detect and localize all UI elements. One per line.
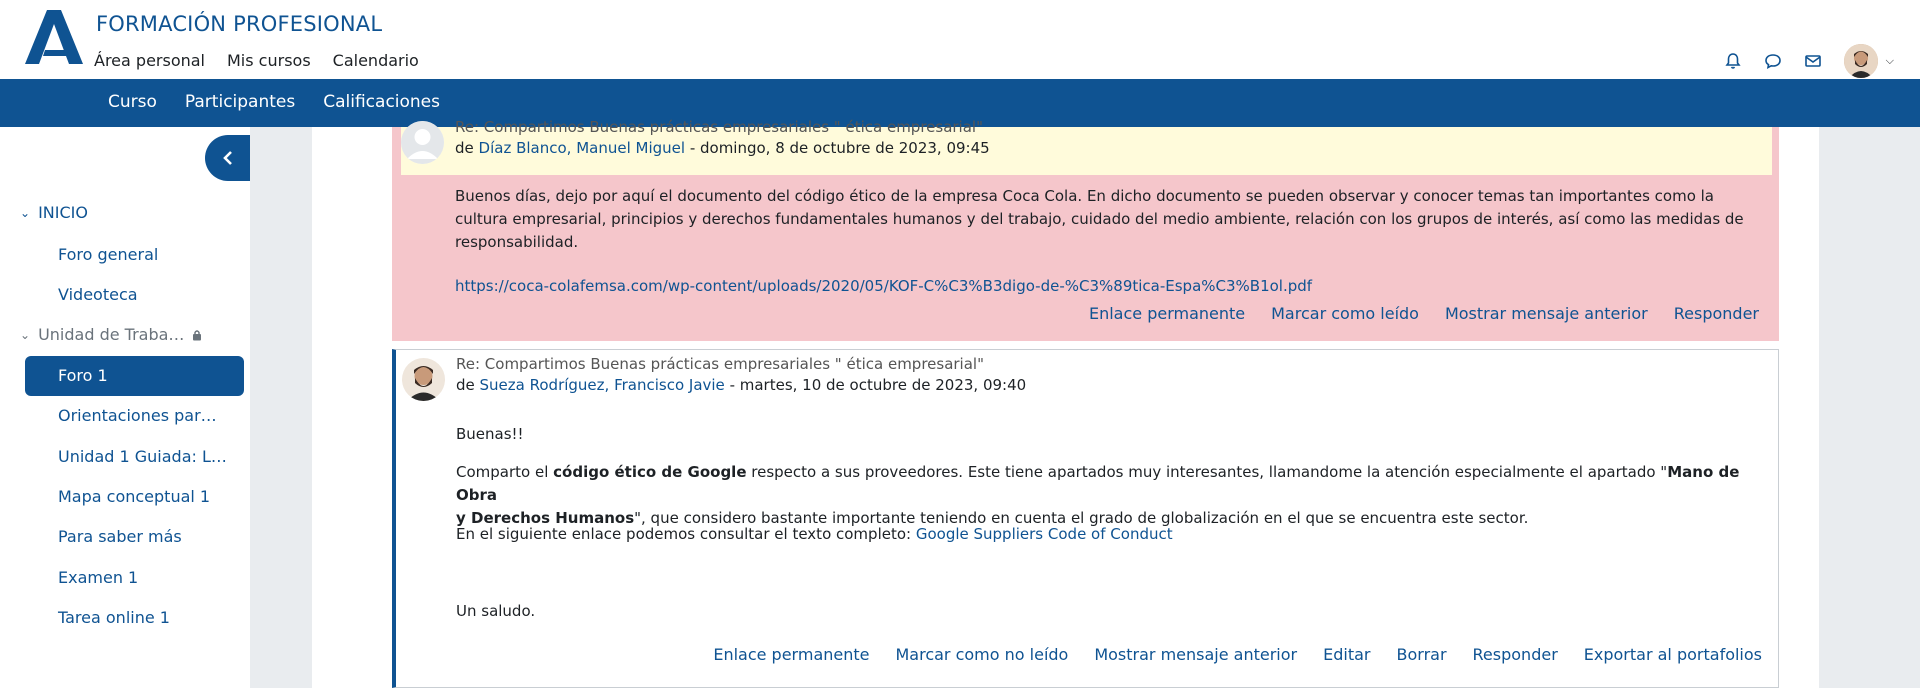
lock-icon [193,329,202,340]
chevron-down-icon: ⌄ [20,327,31,342]
chevron-down-icon[interactable]: ⌵ [1886,54,1894,68]
user-menu: ⌵ [1724,44,1894,78]
nav-mis-cursos[interactable]: Mis cursos [227,51,311,70]
post-greeting: Buenas!! [456,425,524,443]
sidebar-item-videoteca[interactable]: Videoteca [58,285,138,304]
bell-icon[interactable] [1724,52,1742,70]
export-portfolio-button[interactable]: Exportar al portafolios [1584,645,1762,664]
post-content: Buenos días, dejo por aquí el documento … [455,187,1744,251]
close-drawer-button[interactable] [205,135,250,181]
post-paragraph: En el siguiente enlace podemos consultar… [456,525,1173,543]
section-inicio[interactable]: ⌄ INICIO [20,203,88,222]
section-unidad-label: Unidad de Traba… [38,325,185,344]
sidebar-item-foro-general[interactable]: Foro general [58,245,158,264]
permalink-button[interactable]: Enlace permanente [1089,304,1245,323]
tab-curso[interactable]: Curso [108,92,157,112]
permalink-button[interactable]: Enlace permanente [713,645,869,664]
nav-calendario[interactable]: Calendario [333,51,419,70]
sidebar-item-mapa-conceptual[interactable]: Mapa conceptual 1 [58,487,210,506]
post-closing: Un saludo. [456,602,536,620]
document-link[interactable]: https://coca-colafemsa.com/wp-content/up… [455,275,1312,298]
reply-button[interactable]: Responder [1473,645,1558,664]
top-header: FORMACIÓN PROFESIONAL Área personal Mis … [0,0,1920,79]
main-region: Re: Compartimos Buenas prácticas empresa… [250,118,1920,688]
section-inicio-label: INICIO [38,203,88,222]
post-actions: Enlace permanente Marcar como no leído M… [713,645,1762,664]
delete-button[interactable]: Borrar [1397,645,1447,664]
nav-area-personal[interactable]: Área personal [94,51,205,70]
user-avatar[interactable] [1843,44,1878,78]
sidebar-item-orientaciones[interactable]: Orientaciones par… [58,406,217,425]
post-paragraph: Comparto el código ético de Google respe… [456,463,1740,527]
show-parent-button[interactable]: Mostrar mensaje anterior [1094,645,1297,664]
sidebar-item-tarea-online[interactable]: Tarea online 1 [58,608,170,627]
sidebar-item-unidad-1-guiada[interactable]: Unidad 1 Guiada: L… [58,447,227,466]
chevron-left-icon [222,151,232,165]
post-subject: Re: Compartimos Buenas prácticas empresa… [455,118,983,136]
course-index-drawer: ⌄ INICIO Foro general Videoteca ⌄ Unidad… [0,127,250,688]
reply-button[interactable]: Responder [1674,304,1759,323]
forum-page: Re: Compartimos Buenas prácticas empresa… [312,118,1819,688]
google-code-link[interactable]: Google Suppliers Code of Conduct [916,525,1173,543]
section-unidad[interactable]: ⌄ Unidad de Traba… [20,325,202,344]
author-avatar[interactable] [402,358,445,401]
show-parent-button[interactable]: Mostrar mensaje anterior [1445,304,1648,323]
post-byline: de Díaz Blanco, Manuel Miguel - domingo,… [455,139,990,157]
default-avatar-icon[interactable] [401,121,444,164]
chat-icon[interactable] [1764,52,1782,70]
tab-participantes[interactable]: Participantes [185,92,295,112]
sidebar-item-para-saber-mas[interactable]: Para saber más [58,527,182,546]
site-title[interactable]: FORMACIÓN PROFESIONAL [96,12,382,36]
edit-button[interactable]: Editar [1323,645,1370,664]
author-link[interactable]: Díaz Blanco, Manuel Miguel [479,139,686,157]
sidebar-item-examen[interactable]: Examen 1 [58,568,138,587]
forum-post: Re: Compartimos Buenas prácticas empresa… [392,118,1779,341]
primary-nav: Área personal Mis cursos Calendario [94,51,419,70]
mark-unread-button[interactable]: Marcar como no leído [895,645,1068,664]
sidebar-item-foro-1[interactable]: Foro 1 [25,356,244,396]
post-actions: Enlace permanente Marcar como leído Most… [1089,304,1759,323]
tab-calificaciones[interactable]: Calificaciones [323,92,440,112]
post-byline: de Sueza Rodríguez, Francisco Javie - ma… [456,376,1027,394]
post-subject: Re: Compartimos Buenas prácticas empresa… [456,355,984,373]
mark-read-button[interactable]: Marcar como leído [1271,304,1419,323]
forum-post: Re: Compartimos Buenas prácticas empresa… [392,349,1779,688]
chevron-down-icon: ⌄ [20,205,31,220]
mail-icon[interactable] [1804,52,1822,70]
author-link[interactable]: Sueza Rodríguez, Francisco Javie [480,376,725,394]
andalucia-logo[interactable] [25,10,85,64]
